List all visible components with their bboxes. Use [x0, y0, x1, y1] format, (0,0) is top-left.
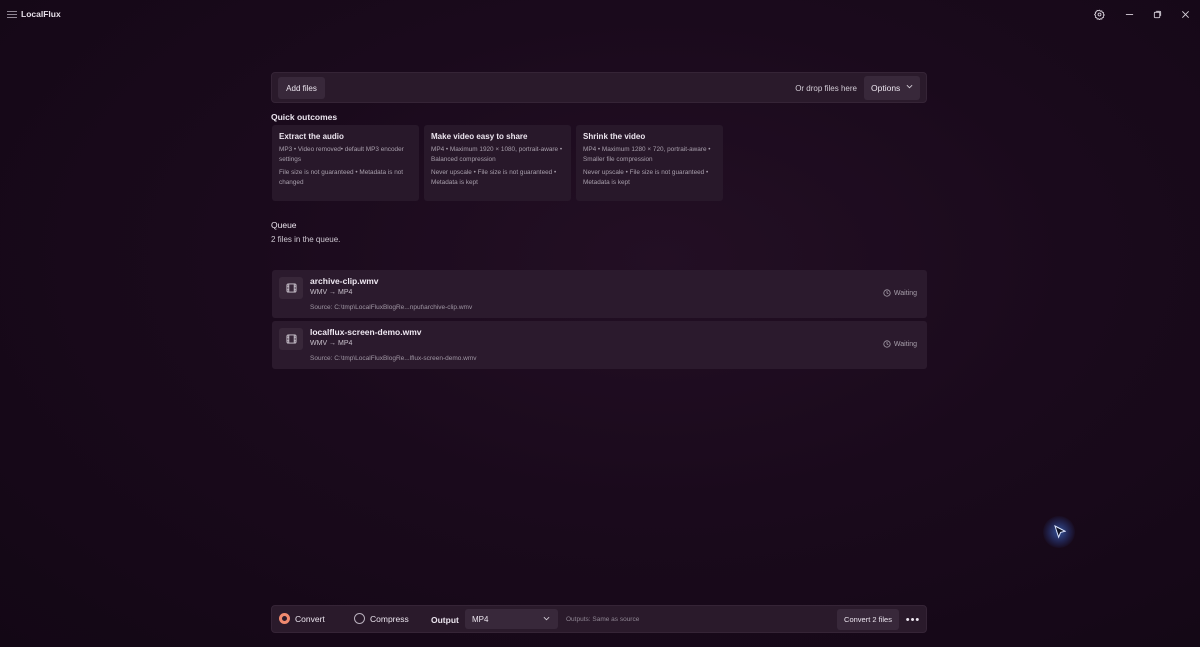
card-title: Extract the audio	[279, 132, 344, 141]
title-bar: LocalFlux	[0, 0, 1200, 30]
outcome-card-shrink-video[interactable]: Shrink the video MP4 • Maximum 1280 × 72…	[576, 125, 723, 201]
gear-icon[interactable]	[1090, 6, 1108, 22]
mode-convert-radio[interactable]: Convert	[279, 613, 325, 624]
video-file-icon	[279, 277, 303, 299]
mode-compress-radio[interactable]: Compress	[354, 613, 409, 624]
queue-count: 2 files in the queue.	[271, 235, 341, 244]
chevron-down-icon	[906, 84, 913, 89]
radio-selected-icon	[279, 613, 290, 624]
queue-heading: Queue	[271, 220, 297, 230]
app-title: LocalFlux	[21, 9, 61, 19]
card-notes: Never upscale • File size is not guarant…	[583, 169, 709, 186]
conversion-format: WMV → MP4	[310, 289, 353, 296]
output-format-value: MP4	[472, 614, 489, 624]
card-notes: File size is not guaranteed • Metadata i…	[279, 169, 404, 186]
mode-compress-label: Compress	[370, 613, 409, 624]
card-details: MP4 • Maximum 1280 × 720, portrait-aware…	[583, 146, 711, 163]
options-label: Options	[871, 83, 901, 93]
source-path: Source: C:\tmp\LocalFluxBlogRe...nput\ar…	[310, 304, 473, 311]
more-options-button[interactable]: •••	[904, 610, 922, 629]
file-name: localflux-screen-demo.wmv	[310, 327, 422, 337]
card-notes: Never upscale • File size is not guarant…	[431, 169, 557, 186]
convert-files-button[interactable]: Convert 2 files	[837, 609, 899, 630]
mouse-cursor-icon	[1054, 525, 1066, 539]
clock-icon	[883, 289, 891, 297]
outcome-card-share-video[interactable]: Make video easy to share MP4 • Maximum 1…	[424, 125, 571, 201]
output-format-select[interactable]: MP4	[465, 609, 558, 629]
restore-icon[interactable]	[1148, 6, 1166, 22]
close-icon[interactable]	[1176, 6, 1194, 22]
add-files-bar[interactable]: Add files Or drop files here Options	[271, 72, 927, 103]
menu-icon	[7, 11, 17, 18]
output-label: Output	[431, 615, 459, 625]
chevron-down-icon	[543, 616, 550, 621]
source-path: Source: C:\tmp\LocalFluxBlogRe...lflux-s…	[310, 355, 477, 362]
output-location-note: Outputs: Same as source	[566, 616, 640, 623]
radio-unselected-icon	[354, 613, 365, 624]
conversion-format: WMV → MP4	[310, 340, 353, 347]
video-file-icon	[279, 328, 303, 350]
add-files-button[interactable]: Add files	[278, 77, 325, 99]
options-button[interactable]: Options	[864, 76, 920, 100]
queue-item[interactable]: localflux-screen-demo.wmv WMV → MP4 Sour…	[272, 321, 927, 369]
file-name: archive-clip.wmv	[310, 276, 379, 286]
mode-convert-label: Convert	[295, 613, 325, 624]
minimize-icon[interactable]	[1120, 6, 1138, 22]
drop-files-hint: Or drop files here	[795, 84, 857, 93]
status-text: Waiting	[893, 289, 917, 297]
status-badge: Waiting	[883, 289, 917, 297]
card-title: Make video easy to share	[431, 132, 528, 141]
quick-outcomes-heading: Quick outcomes	[271, 112, 338, 122]
queue-item[interactable]: archive-clip.wmv WMV → MP4 Source: C:\tm…	[272, 270, 927, 318]
status-badge: Waiting	[883, 340, 917, 348]
card-details: MP4 • Maximum 1920 × 1080, portrait-awar…	[431, 146, 563, 163]
bottom-action-bar: Convert Compress Output MP4 Outputs: Sam…	[271, 605, 927, 633]
card-details: MP3 • Video removed• default MP3 encoder…	[279, 146, 404, 163]
status-text: Waiting	[893, 340, 917, 348]
card-title: Shrink the video	[583, 132, 646, 141]
clock-icon	[883, 340, 891, 348]
outcome-card-extract-audio[interactable]: Extract the audio MP3 • Video removed• d…	[272, 125, 419, 201]
